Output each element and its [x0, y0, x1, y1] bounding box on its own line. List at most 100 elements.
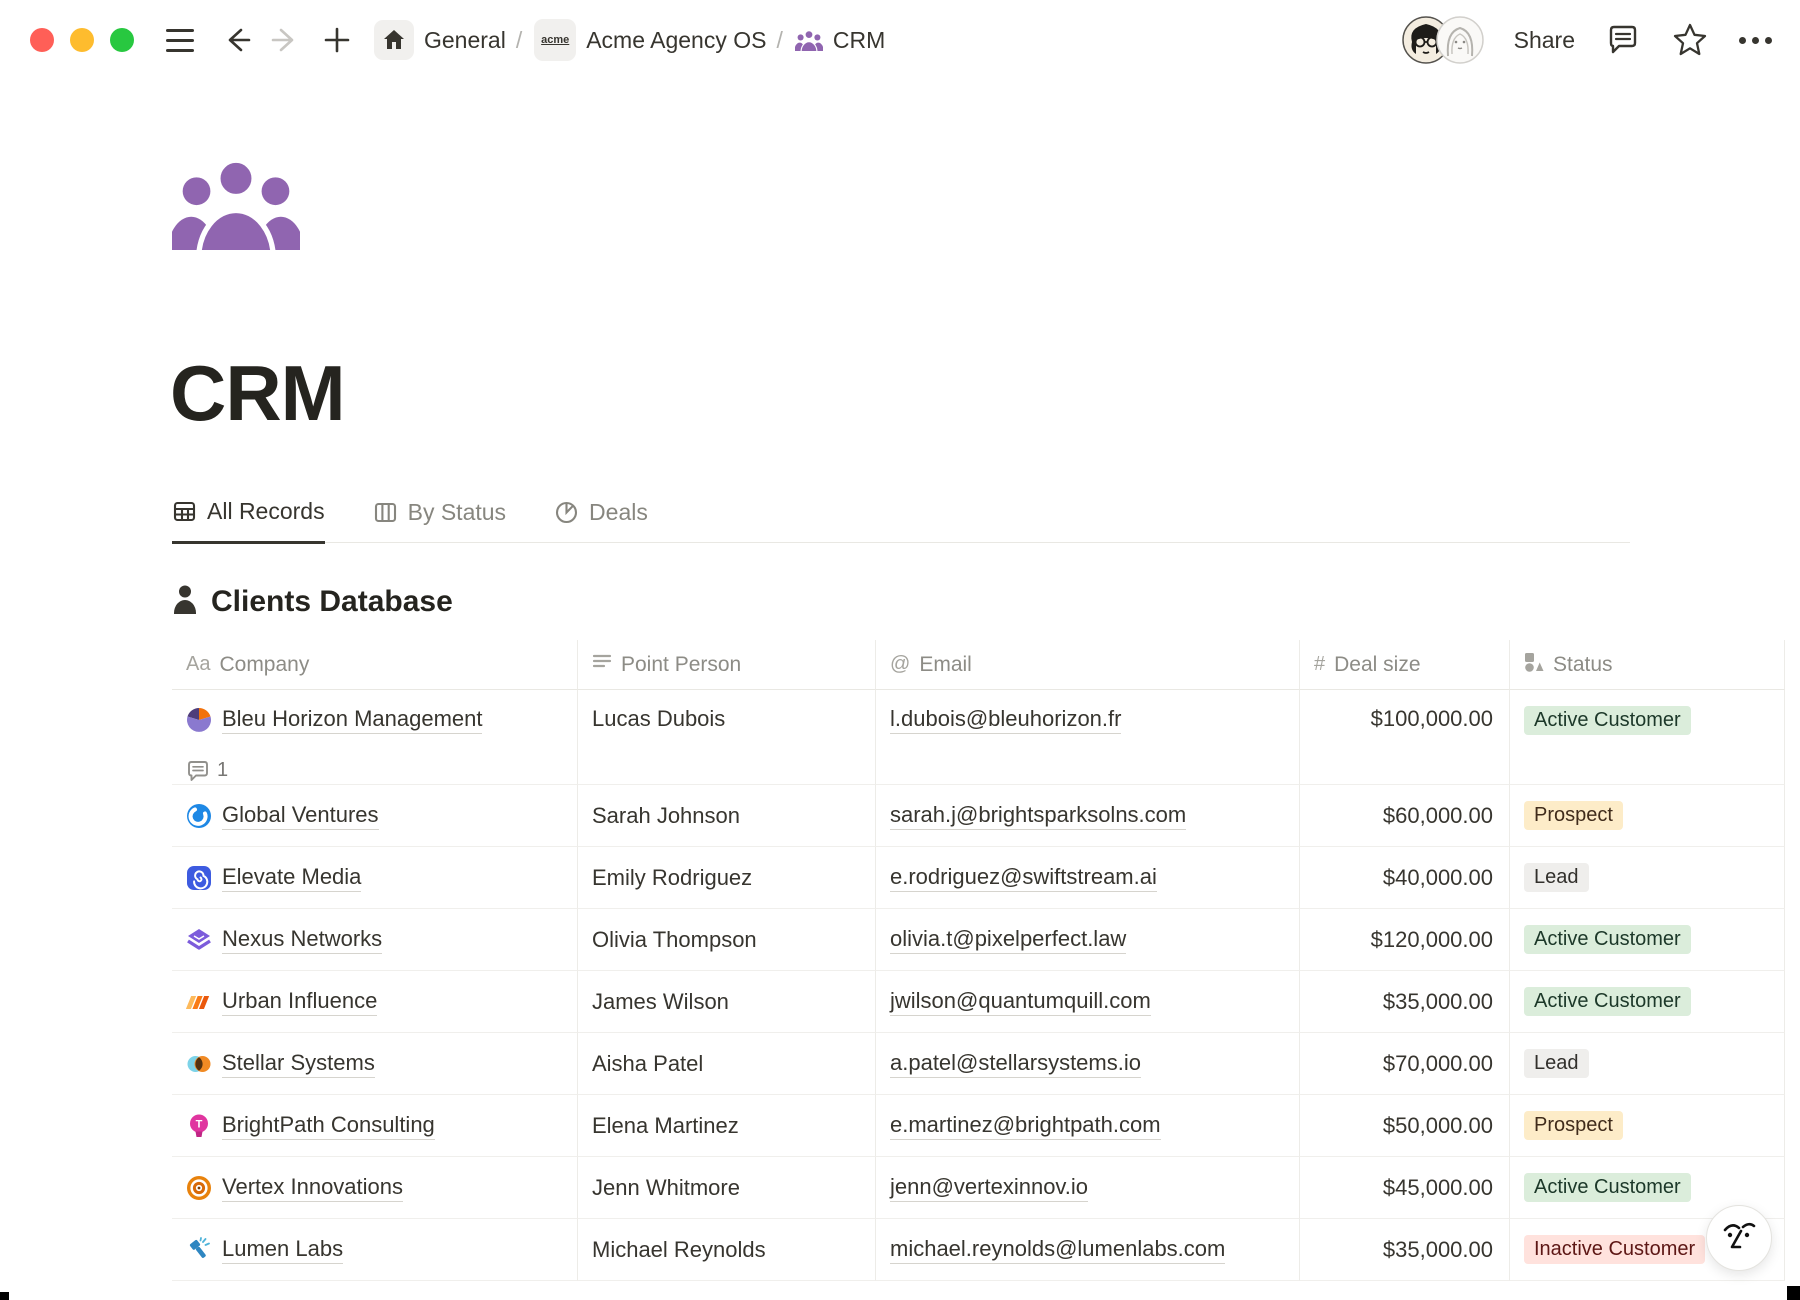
tab-by-status[interactable]: By Status [373, 498, 506, 542]
table-row[interactable]: Bleu Horizon Management 1 Lucas Dubois l… [172, 690, 1785, 785]
deal-size-cell[interactable]: $35,000.00 [1300, 971, 1510, 1033]
deal-size-cell[interactable]: $40,000.00 [1300, 847, 1510, 909]
column-label: Company [219, 653, 309, 677]
status-cell[interactable]: Active Customer [1510, 971, 1785, 1033]
email-cell[interactable]: a.patel@stellarsystems.io [876, 1033, 1300, 1095]
comment-count[interactable]: 1 [186, 759, 228, 782]
table-row[interactable]: Urban Influence James Wilson jwilson@qua… [172, 971, 1785, 1033]
company-cell[interactable]: Lumen Labs [172, 1219, 578, 1281]
comments-icon[interactable] [1605, 22, 1641, 58]
table-row[interactable]: T BrightPath Consulting Elena Martinez e… [172, 1095, 1785, 1157]
company-cell[interactable]: Stellar Systems [172, 1033, 578, 1095]
tab-all-records[interactable]: All Records [172, 498, 325, 544]
back-arrow-icon[interactable] [222, 25, 252, 55]
company-icon-pie-chart [186, 707, 212, 733]
company-link[interactable]: Bleu Horizon Management [222, 706, 482, 734]
email-cell[interactable]: sarah.j@brightsparksolns.com [876, 785, 1300, 847]
email-cell[interactable]: l.dubois@bleuhorizon.fr [876, 690, 1300, 785]
company-cell[interactable]: Global Ventures [172, 785, 578, 847]
status-badge: Active Customer [1524, 987, 1691, 1016]
point-person-cell[interactable]: James Wilson [578, 971, 876, 1033]
column-header-status[interactable]: Status [1510, 640, 1785, 690]
table-row[interactable]: Vertex Innovations Jenn Whitmore jenn@ve… [172, 1157, 1785, 1219]
email-cell[interactable]: e.rodriguez@swiftstream.ai [876, 847, 1300, 909]
point-person-cell[interactable]: Emily Rodriguez [578, 847, 876, 909]
collaborator-avatars[interactable] [1402, 16, 1484, 64]
status-cell[interactable]: Prospect [1510, 785, 1785, 847]
column-label: Status [1553, 653, 1613, 677]
email-cell[interactable]: jenn@vertexinnov.io [876, 1157, 1300, 1219]
company-link[interactable]: Lumen Labs [222, 1236, 343, 1264]
column-label: Deal size [1334, 653, 1420, 677]
column-header-deal-size[interactable]: # Deal size [1300, 640, 1510, 690]
sidebar-menu-icon[interactable] [166, 29, 194, 52]
status-cell[interactable]: Prospect [1510, 1095, 1785, 1157]
breadcrumb-workspace[interactable]: Acme Agency OS [586, 27, 766, 54]
company-icon-target-rings [186, 1175, 212, 1201]
company-link[interactable]: Global Ventures [222, 802, 379, 830]
screen-edge-artifact [1787, 1286, 1800, 1300]
point-person-cell[interactable]: Aisha Patel [578, 1033, 876, 1095]
deal-size-cell[interactable]: $35,000.00 [1300, 1219, 1510, 1281]
company-link[interactable]: Vertex Innovations [222, 1174, 403, 1202]
deal-size-cell[interactable]: $60,000.00 [1300, 785, 1510, 847]
status-cell[interactable]: Lead [1510, 1033, 1785, 1095]
company-cell[interactable]: T BrightPath Consulting [172, 1095, 578, 1157]
status-cell[interactable]: Lead [1510, 847, 1785, 909]
column-header-point-person[interactable]: Point Person [578, 640, 876, 690]
point-person-cell[interactable]: Olivia Thompson [578, 909, 876, 971]
table-row[interactable]: Nexus Networks Olivia Thompson olivia.t@… [172, 909, 1785, 971]
status-badge: Prospect [1524, 1111, 1623, 1140]
close-window-button[interactable] [30, 28, 54, 52]
status-cell[interactable]: Active Customer [1510, 909, 1785, 971]
column-header-email[interactable]: @ Email [876, 640, 1300, 690]
point-person-cell[interactable]: Elena Martinez [578, 1095, 876, 1157]
table-row[interactable]: Lumen Labs Michael Reynolds michael.reyn… [172, 1219, 1785, 1281]
number-hash-icon: # [1314, 653, 1325, 676]
minimize-window-button[interactable] [70, 28, 94, 52]
deal-size-cell[interactable]: $70,000.00 [1300, 1033, 1510, 1095]
company-link[interactable]: Nexus Networks [222, 926, 382, 954]
point-person-cell[interactable]: Sarah Johnson [578, 785, 876, 847]
share-button[interactable]: Share [1514, 27, 1575, 54]
company-cell[interactable]: Vertex Innovations [172, 1157, 578, 1219]
email-cell[interactable]: jwilson@quantumquill.com [876, 971, 1300, 1033]
email-cell[interactable]: e.martinez@brightpath.com [876, 1095, 1300, 1157]
company-link[interactable]: Urban Influence [222, 988, 377, 1016]
more-options-icon[interactable] [1739, 37, 1772, 44]
page-icon-people[interactable] [172, 158, 300, 255]
deal-size-cell[interactable]: $50,000.00 [1300, 1095, 1510, 1157]
deal-size-cell[interactable]: $120,000.00 [1300, 909, 1510, 971]
home-icon[interactable] [374, 20, 414, 60]
favorite-star-icon[interactable] [1671, 21, 1709, 59]
point-person-cell[interactable]: Michael Reynolds [578, 1219, 876, 1281]
table-row[interactable]: Stellar Systems Aisha Patel a.patel@stel… [172, 1033, 1785, 1095]
email-cell[interactable]: michael.reynolds@lumenlabs.com [876, 1219, 1300, 1281]
table-row[interactable]: Global Ventures Sarah Johnson sarah.j@br… [172, 785, 1785, 847]
company-cell[interactable]: Bleu Horizon Management 1 [172, 690, 578, 785]
forward-arrow-icon[interactable] [270, 25, 300, 55]
traffic-lights [30, 28, 134, 52]
status-cell[interactable]: Active Customer [1510, 690, 1785, 785]
point-person-cell[interactable]: Jenn Whitmore [578, 1157, 876, 1219]
deal-size-cell[interactable]: $45,000.00 [1300, 1157, 1510, 1219]
column-header-company[interactable]: Aa Company [172, 640, 578, 690]
company-icon-diagonal-stripes [186, 989, 212, 1015]
company-cell[interactable]: Elevate Media [172, 847, 578, 909]
company-link[interactable]: BrightPath Consulting [222, 1112, 435, 1140]
email-cell[interactable]: olivia.t@pixelperfect.law [876, 909, 1300, 971]
tab-deals[interactable]: Deals [554, 498, 648, 542]
workspace-logo-badge[interactable]: acme [534, 19, 576, 61]
new-tab-plus-icon[interactable] [322, 25, 352, 55]
deal-size-cell[interactable]: $100,000.00 [1300, 690, 1510, 785]
table-row[interactable]: Elevate Media Emily Rodriguez e.rodrigue… [172, 847, 1785, 909]
point-person-cell[interactable]: Lucas Dubois [578, 690, 876, 785]
company-link[interactable]: Elevate Media [222, 864, 361, 892]
company-link[interactable]: Stellar Systems [222, 1050, 375, 1078]
breadcrumb-root[interactable]: General [424, 27, 506, 54]
breadcrumb-page[interactable]: CRM [833, 27, 885, 54]
notion-ai-face-button[interactable] [1706, 1205, 1772, 1271]
maximize-window-button[interactable] [110, 28, 134, 52]
company-cell[interactable]: Nexus Networks [172, 909, 578, 971]
company-cell[interactable]: Urban Influence [172, 971, 578, 1033]
